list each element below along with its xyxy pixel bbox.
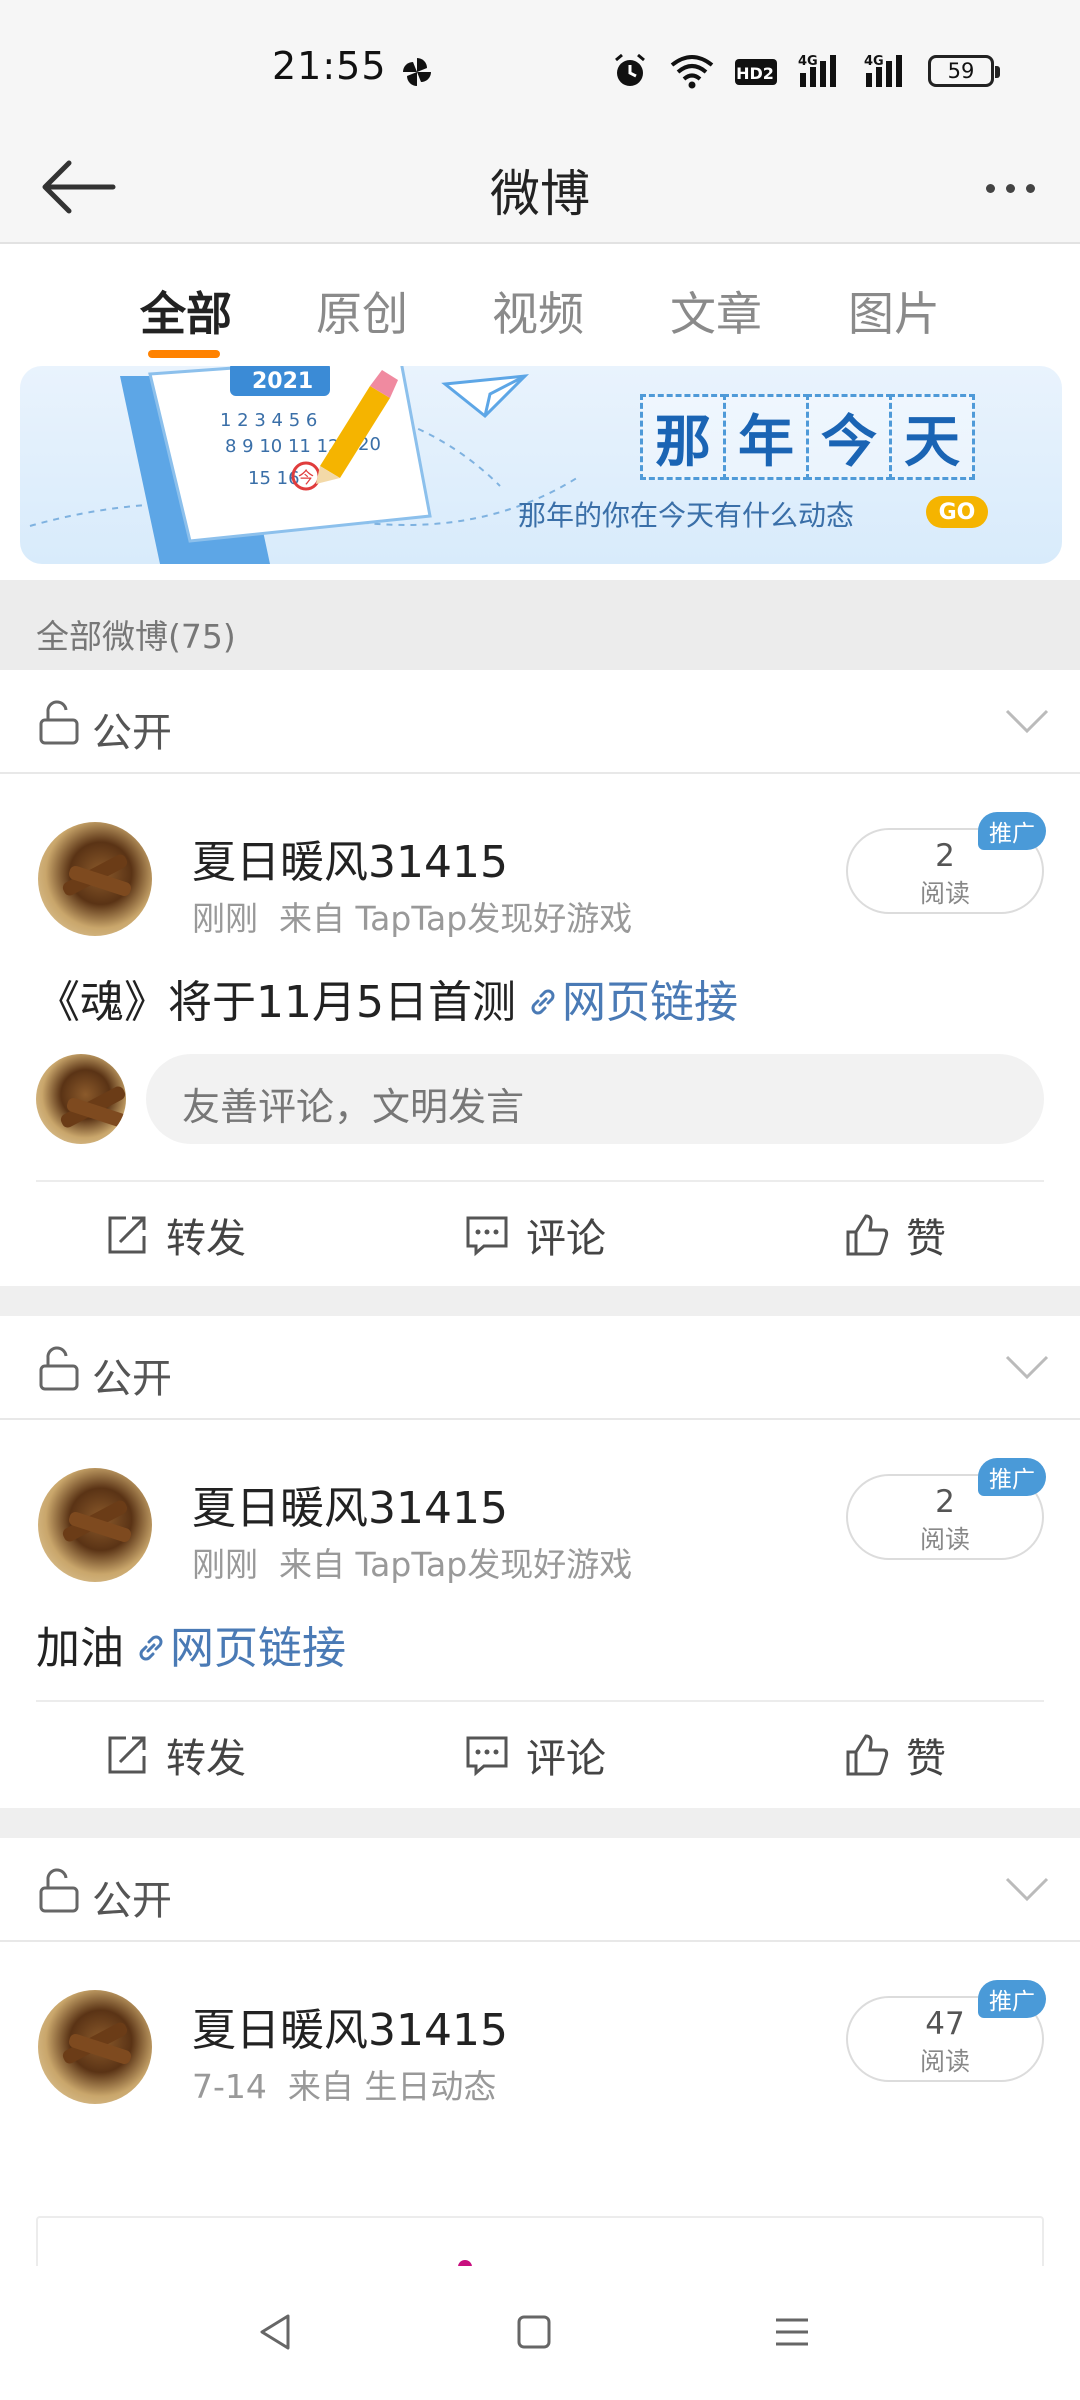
banner-go-button[interactable]: GO [926,496,988,528]
thumbs-up-icon [846,1734,889,1776]
square-home-icon [517,2315,551,2349]
comment-input[interactable]: 友善评论，文明发言 [146,1054,1044,1144]
tab-article[interactable]: 文章 [670,278,762,344]
post-card: 夏日暖风31415 刚刚 来自 TapTap发现好游戏 2 阅读 推广 加油 网页… [0,1422,1080,1808]
link-icon [139,1635,163,1661]
user-name[interactable]: 夏日暖风31415 [192,1994,508,2058]
svg-text:4G: 4G [864,54,884,69]
web-link[interactable]: 网页链接 [562,977,738,1028]
more-dots-icon [985,183,995,193]
banner-subtitle: 那年的你在今天有什么动态 [518,499,855,532]
tab-video[interactable]: 视频 [492,278,584,344]
web-link[interactable]: 网页链接 [170,1623,346,1674]
nav-home-button[interactable] [494,2296,574,2368]
battery-level: 59 [947,59,975,83]
read-count[interactable]: 47 阅读 推广 [846,1980,1046,2082]
chevron-down-icon[interactable] [1004,1352,1050,1382]
user-name[interactable]: 夏日暖风31415 [192,1472,508,1536]
svg-text:4G: 4G [798,54,818,69]
link-icon [531,989,555,1015]
svg-text:今: 今 [298,468,314,487]
unlock-icon [39,1346,79,1391]
nav-back-button[interactable] [236,2296,316,2368]
banner-title: 那 年 今 天 [640,394,975,480]
wifi-icon [670,55,714,89]
privacy-row[interactable]: 公开 [0,1838,1080,1942]
status-time: 21:55 [272,44,387,88]
post-text: 《魂》将于11月5日首测 网页链接 [36,977,738,1028]
active-tab-indicator [148,350,220,358]
unlock-icon [39,1868,79,1913]
action-bar: 转发 评论 赞 [0,1180,1080,1288]
tab-images[interactable]: 图片 [848,278,940,344]
post-meta: 刚刚 来自 TapTap发现好游戏 [192,1545,633,1584]
status-bar: 21:55 HD2 4G 4G 59 [0,0,1080,130]
privacy-row[interactable]: 公开 [0,670,1080,774]
system-nav-bar [0,2266,1080,2400]
svg-text:HD2: HD2 [736,64,774,83]
action-bar: 转发 评论 赞 [0,1700,1080,1808]
like-button[interactable]: 赞 [844,1726,946,1784]
repost-icon [108,1736,146,1774]
alarm-icon [615,53,645,86]
unlock-icon [39,700,79,745]
pinwheel-icon [403,58,431,86]
like-button[interactable]: 赞 [844,1206,946,1264]
tab-original[interactable]: 原创 [316,278,408,344]
chevron-down-icon[interactable] [1004,1874,1050,1904]
chevron-down-icon[interactable] [1004,706,1050,736]
filter-tabs: 全部 原创 视频 文章 图片 [0,246,1080,368]
promo-badge: 推广 [978,812,1046,850]
privacy-row[interactable]: 公开 [0,1316,1080,1420]
repost-icon [108,1216,146,1254]
post-count-bar: 全部微博(75) [0,580,1080,670]
avatar[interactable] [38,822,152,936]
read-count[interactable]: 2 阅读 推广 [846,812,1046,914]
tab-all[interactable]: 全部 [140,278,232,344]
post-count-label: 全部微博(75) [36,617,236,656]
comment-button[interactable]: 评论 [464,1206,606,1264]
comment-icon [466,1216,508,1257]
menu-lines-icon [776,2318,808,2346]
hd-icon: HD2 [735,59,777,85]
triangle-back-icon [260,2314,290,2350]
thumbs-up-icon [846,1214,889,1256]
promo-badge: 推广 [978,1458,1046,1496]
section-gap [0,1808,1080,1838]
more-button[interactable] [970,160,1050,216]
nav-menu-button[interactable] [752,2296,832,2368]
comment-button[interactable]: 评论 [464,1726,606,1784]
section-gap [0,1286,1080,1316]
page-title: 微博 [490,165,590,223]
svg-text:2021: 2021 [252,369,313,394]
signal-4g-icon: 4G [864,54,902,87]
repost-button[interactable]: 转发 [104,1206,246,1264]
battery-icon: 59 [928,55,1000,87]
post-text: 加油 网页链接 [36,1623,346,1674]
post-meta: 刚刚 来自 TapTap发现好游戏 [192,899,633,938]
title-bar: 微博 [0,130,1080,244]
post-card: 夏日暖风31415 刚刚 来自 TapTap发现好游戏 2 阅读 推广 《魂》将… [0,776,1080,1286]
post-meta: 7-14 来自 生日动态 [192,2067,497,2106]
privacy-label: 公开 [92,1356,172,1402]
my-avatar [36,1054,126,1144]
read-count[interactable]: 2 阅读 推广 [846,1458,1046,1560]
promo-badge: 推广 [978,1980,1046,2018]
privacy-label: 公开 [92,1878,172,1924]
repost-button[interactable]: 转发 [104,1726,246,1784]
svg-text:1 2 3 4 5 6: 1 2 3 4 5 6 [220,410,317,431]
comment-icon [466,1736,508,1777]
svg-text:8 9 10 11 12: 8 9 10 11 12 [225,436,340,457]
memories-banner[interactable]: 2021 1 2 3 4 5 6 8 9 10 11 12 15 16 20 今… [20,366,1062,564]
avatar[interactable] [38,1990,152,2104]
privacy-label: 公开 [92,710,172,756]
signal-4g-icon: 4G [798,54,836,87]
user-name[interactable]: 夏日暖风31415 [192,826,508,890]
avatar[interactable] [38,1468,152,1582]
